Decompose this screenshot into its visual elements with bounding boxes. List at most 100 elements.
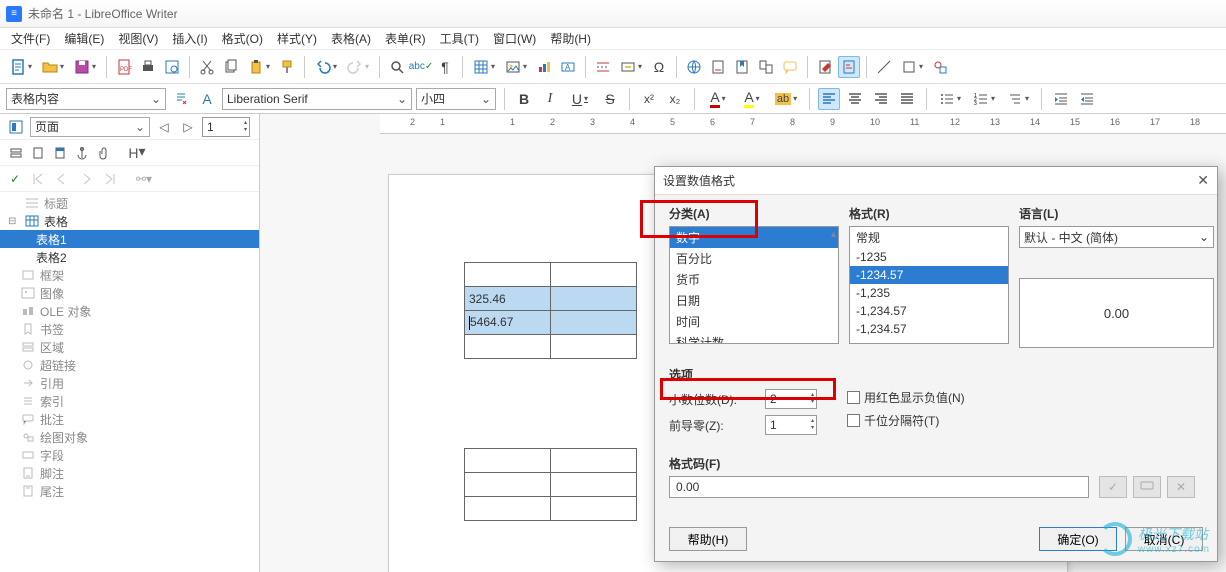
find-button[interactable] [386, 56, 408, 78]
menu-edit[interactable]: 编辑(E) [57, 28, 111, 49]
set-reminder-icon[interactable] [28, 143, 48, 163]
save-button[interactable] [70, 56, 100, 78]
font-size-combo[interactable]: 小四 [416, 88, 496, 110]
undo-button[interactable] [311, 56, 341, 78]
outline-list-button[interactable] [1003, 88, 1033, 110]
menu-insert[interactable]: 插入(I) [165, 28, 214, 49]
nav-first-icon[interactable] [28, 169, 48, 189]
align-center-button[interactable] [844, 88, 866, 110]
tree-refs[interactable]: 引用 [0, 374, 259, 392]
format-add-button[interactable]: ✓ [1099, 476, 1127, 498]
new-doc-button[interactable] [6, 56, 36, 78]
category-item-percent[interactable]: 百分比 [670, 248, 838, 269]
insert-special-char-button[interactable]: Ω [648, 56, 670, 78]
format-item-1[interactable]: -1235 [850, 248, 1008, 266]
category-listbox[interactable]: 数字 百分比 货币 日期 时间 科学计数 分数 ▴ [669, 226, 839, 344]
tree-tables[interactable]: ⊟表格 [0, 212, 259, 230]
copy-button[interactable] [220, 56, 242, 78]
tree-hyperlinks[interactable]: 超链接 [0, 356, 259, 374]
show-draw-button[interactable] [929, 56, 951, 78]
scroll-up-icon[interactable]: ▴ [831, 229, 836, 240]
tree-endnotes[interactable]: 尾注 [0, 482, 259, 500]
export-pdf-button[interactable]: PDF [113, 56, 135, 78]
align-justify-button[interactable] [896, 88, 918, 110]
navigator-tree[interactable]: 标题 ⊟表格 表格1 表格2 框架 图像 OLE 对象 书签 区域 超链接 引用… [0, 192, 259, 572]
tree-comments[interactable]: 批注 [0, 410, 259, 428]
category-item-currency[interactable]: 货币 [670, 269, 838, 290]
insert-textbox-button[interactable]: A [557, 56, 579, 78]
insert-bookmark-button[interactable] [731, 56, 753, 78]
thousands-sep-checkbox[interactable]: 千位分隔符(T) [847, 412, 965, 429]
clone-format-button[interactable] [276, 56, 298, 78]
format-item-0[interactable]: 常规 [850, 227, 1008, 248]
update-style-button[interactable] [170, 88, 192, 110]
format-item-3[interactable]: -1,235 [850, 284, 1008, 302]
align-right-button[interactable] [870, 88, 892, 110]
print-preview-button[interactable] [161, 56, 183, 78]
decrease-indent-button[interactable] [1076, 88, 1098, 110]
format-comment-button[interactable] [1133, 476, 1161, 498]
insert-comment-button[interactable] [779, 56, 801, 78]
format-code-input[interactable]: 0.00 [669, 476, 1089, 498]
show-changes-button[interactable] [838, 56, 860, 78]
tree-drawings[interactable]: 绘图对象 [0, 428, 259, 446]
help-button[interactable]: 帮助(H) [669, 527, 747, 551]
menu-file[interactable]: 文件(F) [4, 28, 57, 49]
decimal-places-spin[interactable]: 2 [765, 389, 817, 409]
strikethrough-button[interactable]: S [599, 88, 621, 110]
paragraph-style-combo[interactable]: 表格内容 [6, 88, 166, 110]
paste-button[interactable] [244, 56, 274, 78]
bullet-list-button[interactable] [935, 88, 965, 110]
tree-frames[interactable]: 框架 [0, 266, 259, 284]
align-left-button[interactable] [818, 88, 840, 110]
formatting-marks-button[interactable]: ¶ [434, 56, 456, 78]
track-changes-button[interactable] [814, 56, 836, 78]
italic-button[interactable]: I [539, 88, 561, 110]
tree-images[interactable]: 图像 [0, 284, 259, 302]
nav-last-icon[interactable] [100, 169, 120, 189]
header-icon[interactable] [50, 143, 70, 163]
tree-footnotes[interactable]: 脚注 [0, 464, 259, 482]
bold-button[interactable]: B [513, 88, 535, 110]
anchor-icon[interactable] [72, 143, 92, 163]
category-item-date[interactable]: 日期 [670, 290, 838, 311]
negative-red-checkbox[interactable]: 用红色显示负值(N) [847, 389, 965, 406]
tree-table1[interactable]: 表格1 [0, 230, 259, 248]
page-combo[interactable]: 页面 [30, 117, 150, 137]
menu-view[interactable]: 视图(V) [111, 28, 165, 49]
insert-field-button[interactable] [616, 56, 646, 78]
insert-hyperlink-button[interactable] [683, 56, 705, 78]
redo-button[interactable] [343, 56, 373, 78]
increase-indent-button[interactable] [1050, 88, 1072, 110]
number-list-button[interactable]: 123 [969, 88, 999, 110]
category-item-number[interactable]: 数字 [670, 227, 838, 248]
tree-sections[interactable]: 区域 [0, 338, 259, 356]
highlight-color-button[interactable]: A [737, 88, 767, 110]
nav-prev-icon[interactable]: ◁ [154, 117, 174, 137]
tree-fields[interactable]: 字段 [0, 446, 259, 464]
cell-a3[interactable]: 5464.67 [465, 311, 551, 335]
menu-table[interactable]: 表格(A) [324, 28, 378, 49]
spellcheck-button[interactable]: abc✓ [410, 56, 432, 78]
subscript-button[interactable]: x₂ [664, 88, 686, 110]
font-name-combo[interactable]: Liberation Serif [222, 88, 412, 110]
menu-window[interactable]: 窗口(W) [486, 28, 543, 49]
document-table[interactable]: 325.46 5464.67 [464, 262, 637, 521]
format-delete-button[interactable]: ✕ [1167, 476, 1195, 498]
line-tool-button[interactable] [873, 56, 895, 78]
nav-toggle-icon[interactable] [6, 117, 26, 137]
menu-help[interactable]: 帮助(H) [543, 28, 598, 49]
insert-table-button[interactable] [469, 56, 499, 78]
tree-indexes[interactable]: 索引 [0, 392, 259, 410]
tree-bookmarks[interactable]: 书签 [0, 320, 259, 338]
insert-chart-button[interactable] [533, 56, 555, 78]
insert-image-button[interactable] [501, 56, 531, 78]
nav-back-icon[interactable] [52, 169, 72, 189]
format-item-4[interactable]: -1,234.57 [850, 302, 1008, 320]
page-break-button[interactable] [592, 56, 614, 78]
menu-form[interactable]: 表单(R) [378, 28, 433, 49]
nav-next-icon[interactable]: ▷ [178, 117, 198, 137]
tree-table2[interactable]: 表格2 [0, 248, 259, 266]
heading-levels-button[interactable]: H▾ [124, 143, 150, 163]
attach-icon[interactable] [94, 143, 114, 163]
